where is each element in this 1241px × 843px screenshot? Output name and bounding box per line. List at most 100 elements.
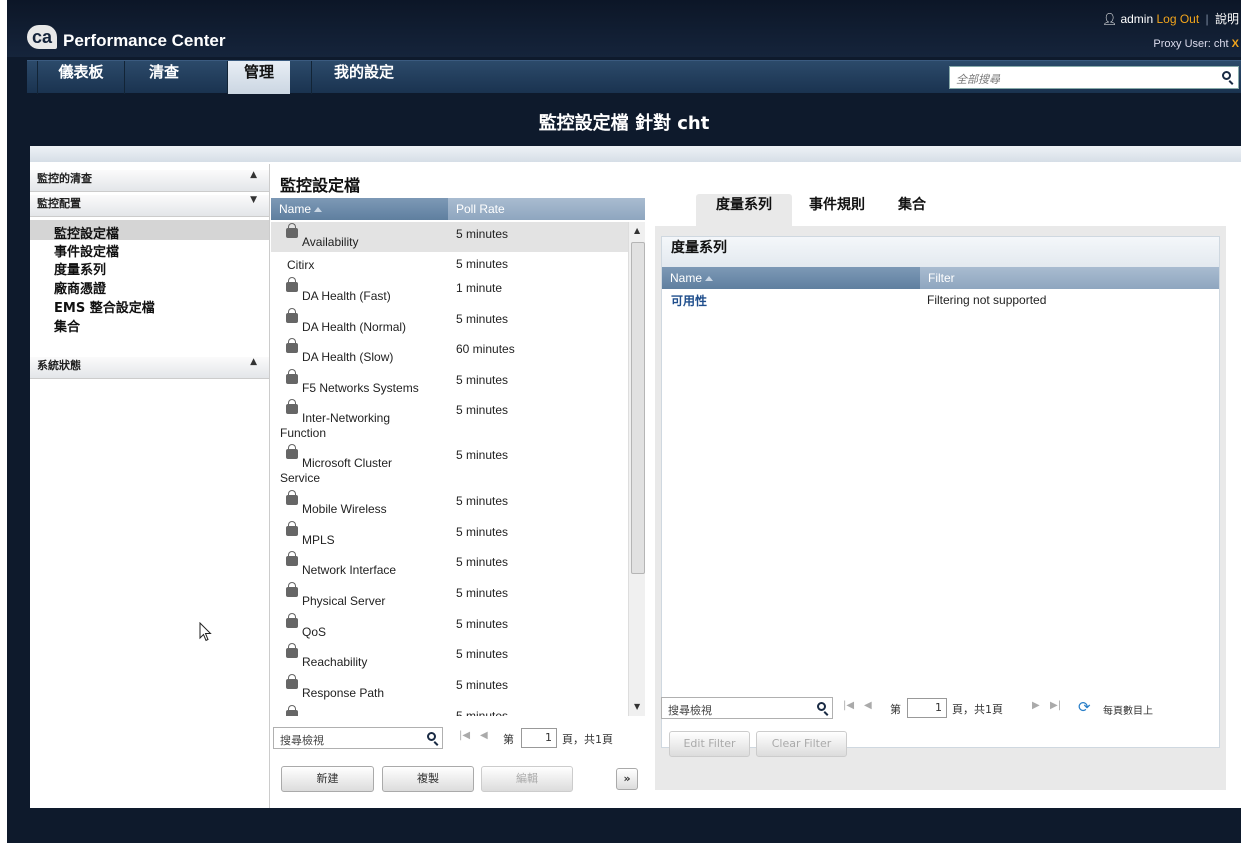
table-row[interactable]: F5 Networks Systems 5 minutes [271, 368, 628, 398]
profile-name: DA Health (Normal) [302, 320, 407, 334]
prev-page-icon[interactable]: ◀ [864, 700, 872, 711]
edit-button[interactable]: 編輯 [481, 766, 573, 792]
column-header-spacer [622, 198, 645, 220]
expand-arrow-icon[interactable]: ▼ [250, 195, 257, 205]
sidebar-item-collections[interactable]: 集合 [54, 316, 80, 335]
search-icon[interactable] [427, 732, 436, 741]
search-icon[interactable] [817, 702, 826, 711]
search-icon[interactable] [1222, 71, 1231, 80]
copy-button[interactable]: 複製 [382, 766, 474, 792]
help-link[interactable]: 說明 [1215, 12, 1239, 26]
tab-collections[interactable]: 集合 [882, 194, 942, 226]
poll-rate: 1 minute [456, 281, 503, 295]
column-header-poll-rate[interactable]: Poll Rate [448, 198, 622, 220]
table-row[interactable]: Network Interface 5 minutes [271, 550, 628, 581]
page-suffix: 頁，共1頁 [562, 733, 613, 746]
section-monitored-inventory[interactable]: 監控的清查 ▲ [30, 170, 269, 192]
column-header-name[interactable]: Name [271, 198, 448, 220]
poll-rate: 5 minutes [456, 617, 509, 631]
profile-name: Response Path [302, 686, 385, 700]
nav-admin[interactable]: 管理 [227, 61, 290, 94]
poll-rate: 5 minutes [456, 494, 509, 508]
grid-pager: 搜尋檢視 |◀ ◀ 第 1 頁，共1頁 ▶ ▶| ⟳ 每頁數目上 [661, 697, 1220, 719]
scroll-up-icon[interactable]: ▲ [634, 226, 640, 235]
list-pager: 搜尋檢視 |◀ ◀ 第 1 頁，共1頁 [273, 727, 645, 749]
tab-metric-families[interactable]: 度量系列 [696, 194, 792, 226]
profile-name: DA Health (Fast) [302, 289, 391, 303]
table-row[interactable]: Response Path 5 minutes [271, 673, 628, 704]
column-header-name[interactable]: Name [662, 267, 920, 289]
table-row[interactable]: DA Health (Normal) 5 minutes [271, 307, 628, 337]
next-page-icon[interactable]: ▶ [1032, 700, 1040, 711]
tab-event-rules[interactable]: 事件規則 [792, 194, 882, 226]
nav-inventory[interactable]: 清查 [124, 61, 203, 94]
scrollbar[interactable]: ▲ ▼ [628, 222, 645, 716]
poll-rate: 5 minutes [456, 257, 509, 271]
section-label: 監控的清查 [37, 172, 92, 185]
table-row[interactable]: DA Health (Fast) 1 minute [271, 276, 628, 307]
sidebar-item-ems-integration[interactable]: EMS 整合設定檔 [54, 297, 155, 316]
profile-list: Availability 5 minutes Citirx 5 minutes DA H… [271, 222, 628, 716]
scroll-thumb[interactable] [631, 242, 645, 574]
ca-logo: ca [27, 25, 57, 49]
global-search-placeholder: 全部搜尋 [956, 73, 1000, 86]
page-prefix: 第 [890, 703, 901, 716]
collapse-arrow-icon[interactable]: ▲ [250, 170, 257, 180]
section-label: 系統狀態 [37, 359, 81, 372]
details-panel: 度量系列 事件規則 集合 度量系列 Name Filter 可用性 Filter… [646, 164, 1241, 808]
profile-name: Network Interface [302, 563, 397, 577]
sidebar-item-vendor-certs[interactable]: 廠商憑證 [54, 278, 106, 297]
proxy-user: Proxy User: cht X [1153, 38, 1239, 50]
table-row[interactable]: Microsoft Cluster Service 5 minutes [271, 443, 628, 489]
collapse-arrow-icon[interactable]: ▲ [250, 357, 257, 367]
table-row[interactable]: Availability 5 minutes [271, 222, 628, 252]
column-header-filter[interactable]: Filter [920, 267, 1176, 289]
poll-rate: 5 minutes [456, 555, 509, 569]
more-button[interactable]: » [616, 768, 638, 790]
page-number-input[interactable]: 1 [521, 728, 557, 748]
section-system-status[interactable]: 系統狀態 ▲ [30, 357, 269, 379]
table-row[interactable]: Mobile Wireless 5 minutes [271, 489, 628, 520]
edit-filter-button[interactable]: Edit Filter [669, 731, 750, 757]
table-row[interactable]: MPLS 5 minutes [271, 520, 628, 550]
poll-rate: 5 minutes [456, 678, 509, 692]
first-page-icon[interactable]: |◀ [843, 700, 854, 711]
workspace: 監控的清查 ▲ 監控配置 ▼ 監控設定檔 事件設定檔 度量系列 廠商憑證 EMS… [30, 146, 1241, 808]
global-search-input[interactable]: 全部搜尋 [949, 66, 1239, 89]
first-page-icon[interactable]: |◀ [459, 730, 470, 741]
sidebar-item-event-profiles[interactable]: 事件設定檔 [54, 241, 119, 260]
clear-filter-button[interactable]: Clear Filter [756, 731, 847, 757]
nav-dashboard[interactable]: 儀表板 [37, 61, 124, 94]
sidebar-item-monitoring-profiles[interactable]: 監控設定檔 [54, 223, 119, 242]
page-number-input[interactable]: 1 [907, 698, 947, 718]
logout-link[interactable]: Log Out [1156, 12, 1199, 26]
table-row[interactable]: Citirx 5 minutes [271, 252, 628, 276]
last-page-icon[interactable]: ▶| [1050, 700, 1061, 711]
profile-name: MPLS [302, 533, 335, 547]
poll-rate: 5 minutes [456, 227, 509, 241]
list-search-input[interactable]: 搜尋檢視 [273, 727, 443, 749]
user-icon: 👤︎ [1101, 12, 1118, 26]
grid-title: 度量系列 [662, 237, 1219, 267]
refresh-icon[interactable]: ⟳ [1078, 698, 1091, 716]
table-row[interactable]: DA Health (Slow) 60 minutes [271, 337, 628, 368]
section-label: 監控配置 [37, 197, 81, 210]
table-row[interactable]: Inter-Networking Function 5 minutes [271, 398, 628, 443]
table-row[interactable]: Physical Server 5 minutes [271, 581, 628, 612]
panel-title: 監控設定檔 [280, 176, 361, 195]
app-title: Performance Center [63, 31, 226, 50]
proxy-close-button[interactable]: X [1232, 38, 1239, 50]
table-row[interactable]: QoS 5 minutes [271, 612, 628, 642]
nav-my-settings[interactable]: 我的設定 [311, 61, 416, 94]
section-monitoring-config[interactable]: 監控配置 ▼ [30, 195, 269, 217]
table-row[interactable]: Reachability 5 minutes [271, 642, 628, 673]
poll-rate: 60 minutes [456, 342, 515, 356]
metric-family-link[interactable]: 可用性 [671, 292, 707, 309]
grid-search-input[interactable]: 搜尋檢視 [661, 697, 833, 719]
sidebar-item-metric-families[interactable]: 度量系列 [54, 259, 106, 278]
scroll-down-icon[interactable]: ▼ [634, 702, 640, 711]
table-row[interactable]: Router5 minutes [271, 704, 628, 716]
prev-page-icon[interactable]: ◀ [480, 730, 488, 741]
poll-rate: 5 minutes [456, 373, 509, 387]
new-button[interactable]: 新建 [281, 766, 374, 792]
